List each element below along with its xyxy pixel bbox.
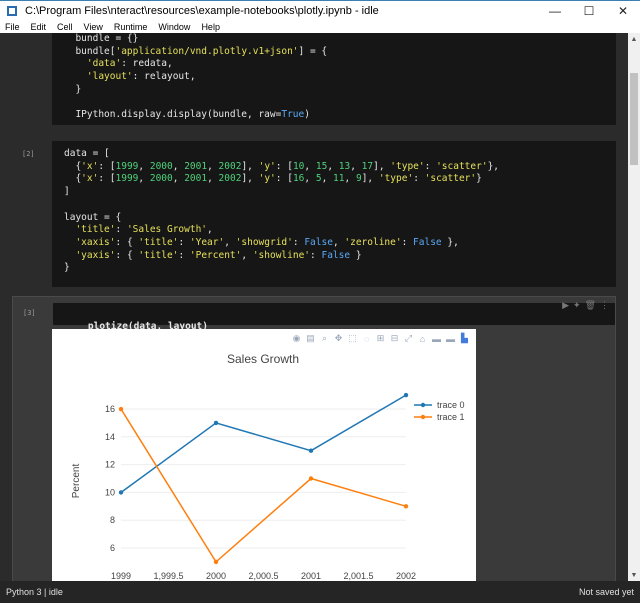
legend-label-1: trace 1 (437, 412, 465, 422)
cell1-line: 'layout': relayout, (86, 71, 196, 83)
menu-cell[interactable]: Cell (52, 22, 79, 32)
kernel-status: Python 3 | idle (6, 587, 63, 597)
cell-prompt-2: [2] (22, 150, 35, 158)
window-title: C:\Program Files\nteract\resources\examp… (25, 4, 379, 17)
minimize-button[interactable]: — (538, 1, 572, 21)
scrollbar-thumb[interactable] (630, 73, 638, 165)
status-bar: Python 3 | idle Not saved yet (0, 581, 640, 603)
close-button[interactable]: ✕ (606, 1, 640, 21)
series-line-1 (120, 408, 407, 564)
data-point (308, 448, 314, 453)
legend-marker-1 (420, 414, 426, 420)
code-editor-1[interactable]: bundle = {} bundle['application/vnd.plot… (52, 33, 616, 125)
menu-help[interactable]: Help (196, 22, 226, 32)
plot-output: ◉ ▤ ⌕ ✥ ⬚ ◌ ⊞ ⊟ ⤢ ⌂ ▬ ▬ ▙ 6 8 10 12 14 16 1999… (52, 329, 476, 589)
code-editor-2[interactable]: data = [ {'x': [1999, 2000, 2001, 2002],… (52, 141, 616, 287)
y-tick-label: 8 (110, 515, 115, 525)
run-cell-icon[interactable]: ▶ (562, 300, 569, 311)
x-tick-label: 2000 (206, 571, 226, 581)
y-tick-label: 12 (105, 460, 115, 470)
pin-icon[interactable]: ✦ (573, 300, 581, 311)
cell2-line: layout = { (64, 211, 122, 223)
legend-label-0: trace 0 (437, 400, 465, 410)
x-tick-label: 1,999.5 (153, 571, 183, 581)
x-tick-label: 2,001.5 (343, 571, 373, 581)
y-tick-label: 14 (105, 432, 115, 442)
cell1-line: } (64, 83, 82, 95)
scroll-up-icon[interactable]: ▲ (628, 33, 640, 45)
x-tick-label: 2,000.5 (248, 571, 278, 581)
menu-runtime[interactable]: Runtime (109, 22, 154, 32)
cell1-line: bundle = {} (64, 33, 139, 44)
x-tick-label: 2002 (396, 571, 416, 581)
legend-marker-0 (420, 402, 426, 408)
cell-toolbar: ▶ ✦ 🗑 ⋮ (562, 300, 609, 311)
y-axis-label: Percent (71, 464, 82, 499)
data-point (403, 504, 409, 509)
maximize-button[interactable]: ☐ (572, 1, 606, 21)
cell1-line: 'data': redata, (86, 58, 173, 70)
cell2-line: data = [ (64, 148, 110, 159)
x-tick-label: 2001 (301, 571, 321, 581)
cell2-line: ​ (64, 199, 616, 212)
y-tick-label: 6 (110, 543, 115, 553)
cell2-line: {'x': [1999, 2000, 2001, 2002], 'y': [16… (64, 173, 482, 185)
code-cell-1[interactable]: bundle = {} bundle['application/vnd.plot… (12, 33, 616, 125)
y-tick-label: 10 (105, 487, 115, 497)
cell1-line: ​ (64, 97, 616, 110)
cell-menu-icon[interactable]: ⋮ (600, 300, 609, 311)
data-point (213, 559, 219, 565)
cell2-line: } (64, 262, 70, 274)
data-point (308, 476, 314, 481)
app-icon (5, 4, 19, 18)
y-tick-label: 16 (105, 404, 115, 414)
cell1-line: IPython.display.display(bundle, raw=True… (64, 109, 310, 121)
save-status: Not saved yet (578, 587, 634, 597)
cell1-line: bundle['application/vnd.plotly.v1+json']… (64, 45, 328, 57)
cell2-line: ] (64, 186, 70, 198)
window-titlebar: C:\Program Files\nteract\resources\examp… (0, 0, 640, 20)
cell2-line: 'xaxis': { 'title': 'Year', 'showgrid': … (75, 236, 459, 248)
cell2-line: 'yaxis': { 'title': 'Percent', 'showline… (75, 249, 362, 261)
code-editor-3[interactable]: plotize(data, layout) (53, 303, 615, 332)
delete-cell-icon[interactable]: 🗑 (585, 300, 596, 311)
cell2-line: {'x': [1999, 2000, 2001, 2002], 'y': [10… (64, 160, 500, 172)
cell-prompt-3: [3] (23, 309, 36, 317)
cell2-line: 'title': 'Sales Growth', (75, 224, 213, 236)
data-point (118, 490, 124, 495)
menu-bar: File Edit Cell View Runtime Window Help (0, 20, 640, 33)
data-point (403, 392, 409, 398)
x-tick-label: 1999 (111, 571, 131, 581)
scroll-down-icon[interactable]: ▼ (628, 569, 640, 581)
code-cell-2[interactable]: [2] data = [ {'x': [1999, 2000, 2001, 20… (12, 141, 616, 287)
sales-growth-chart: 6 8 10 12 14 16 1999 1,999.5 2000 2,000.5 2001 2,00… (71, 352, 465, 581)
data-point (213, 420, 219, 426)
chart-title: Sales Growth (227, 352, 299, 366)
menu-view[interactable]: View (79, 22, 109, 32)
menu-window[interactable]: Window (153, 22, 196, 32)
vertical-scrollbar[interactable]: ▲ ▼ (628, 33, 640, 581)
menu-file[interactable]: File (0, 22, 26, 32)
menu-edit[interactable]: Edit (26, 22, 53, 32)
data-point (118, 406, 124, 412)
